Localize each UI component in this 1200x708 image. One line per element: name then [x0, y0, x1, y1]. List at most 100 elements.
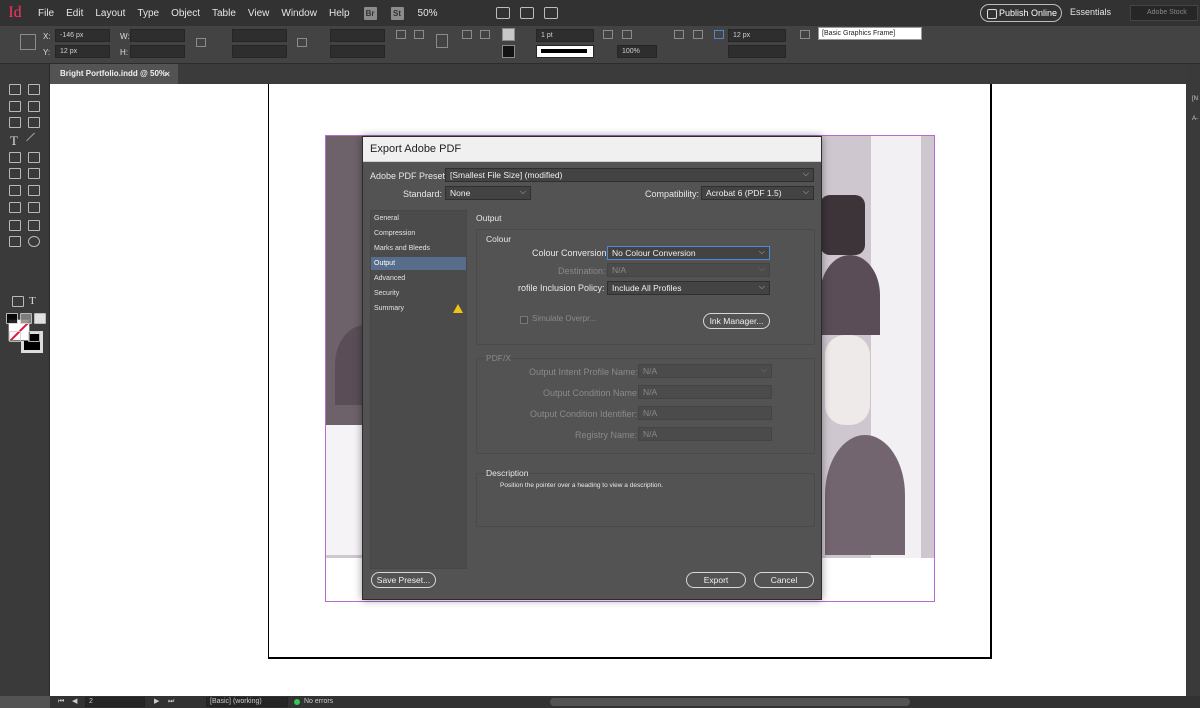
zoom-tool-icon[interactable]	[28, 236, 40, 247]
fill-swatch-icon[interactable]	[502, 28, 515, 41]
save-preset-button[interactable]: Save Preset...	[371, 572, 436, 588]
object-style-icon[interactable]	[800, 30, 810, 39]
opacity-field[interactable]: 100%	[617, 45, 657, 58]
zoom-level[interactable]: 50%	[418, 8, 438, 19]
selection-tool-icon[interactable]	[9, 84, 21, 95]
pencil-tool-icon[interactable]	[28, 152, 40, 163]
destination-select[interactable]: N/A ⌵	[607, 263, 770, 277]
standard-select[interactable]: None ⌵	[445, 186, 531, 200]
direct-selection-tool-icon[interactable]	[28, 84, 40, 95]
rotation-field[interactable]	[330, 29, 385, 42]
stroke-type-field[interactable]	[536, 45, 594, 58]
content-placer-icon[interactable]	[28, 117, 40, 128]
menu-file[interactable]: File	[38, 8, 54, 19]
nav-item-output[interactable]: Output	[371, 257, 466, 270]
nav-item-marks-and-bleeds[interactable]: Marks and Bleeds	[371, 242, 466, 255]
note-tool-icon[interactable]	[9, 220, 21, 231]
output-condition-id-field[interactable]: N/A	[638, 406, 772, 420]
preset-select[interactable]: [Smallest File Size] (modified) ⌵	[445, 168, 814, 182]
output-condition-field[interactable]: N/A	[638, 385, 772, 399]
menu-object[interactable]: Object	[171, 8, 200, 19]
corner-shape-field[interactable]	[728, 45, 786, 58]
wrap-none-icon[interactable]	[674, 30, 684, 39]
publish-online-button[interactable]: Publish Online	[980, 4, 1062, 22]
view-options-icon[interactable]	[495, 7, 510, 19]
arrange-documents-icon[interactable]	[543, 7, 558, 19]
x-field[interactable]: -146 px	[55, 29, 110, 42]
nav-item-summary[interactable]: Summary	[371, 302, 466, 315]
page-tool-icon[interactable]	[9, 101, 21, 112]
normal-view-icon[interactable]	[9, 331, 21, 342]
gradient-swatch-tool-icon[interactable]	[9, 202, 21, 213]
colour-conversion-select[interactable]: No Colour Conversion ⌵	[607, 246, 770, 260]
eyedropper-tool-icon[interactable]	[28, 220, 40, 231]
scissors-tool-icon[interactable]	[9, 185, 21, 196]
scale-x-field[interactable]	[232, 29, 287, 42]
apply-gradient-icon[interactable]	[20, 313, 32, 324]
rectangle-frame-tool-icon[interactable]	[9, 168, 21, 179]
constrain-proportions-icon[interactable]	[196, 38, 206, 47]
first-page-icon[interactable]: ⏮	[58, 696, 64, 708]
stroke-weight-field[interactable]: 1 pt	[536, 29, 594, 42]
frame-options-icon[interactable]	[622, 30, 632, 39]
menu-type[interactable]: Type	[137, 8, 159, 19]
content-type-icon[interactable]	[436, 34, 448, 48]
hand-tool-icon[interactable]	[9, 236, 21, 247]
simulate-overprint-checkbox[interactable]	[520, 316, 528, 324]
menu-layout[interactable]: Layout	[95, 8, 125, 19]
close-icon[interactable]: ×	[165, 64, 170, 84]
gradient-feather-tool-icon[interactable]	[28, 202, 40, 213]
export-button[interactable]: Export	[686, 572, 746, 588]
profile-inclusion-select[interactable]: Include All Profiles ⌵	[607, 281, 770, 295]
formatting-container-icon[interactable]	[12, 296, 24, 307]
cancel-button[interactable]: Cancel	[754, 572, 814, 588]
flip-icon[interactable]	[414, 30, 424, 39]
screen-mode-tool-icon[interactable]	[28, 331, 40, 342]
drop-shadow-icon[interactable]	[603, 30, 613, 39]
output-intent-select[interactable]: N/A ⌵	[638, 364, 772, 378]
stock-search-input[interactable]: Adobe Stock	[1130, 5, 1198, 21]
content-collector-icon[interactable]	[9, 117, 21, 128]
document-tab[interactable]: Bright Portfolio.indd @ 50% ×	[50, 64, 178, 84]
menu-help[interactable]: Help	[329, 8, 350, 19]
nav-item-general[interactable]: General	[371, 212, 466, 225]
page-number-field[interactable]: 2	[85, 697, 145, 707]
menu-view[interactable]: View	[248, 8, 270, 19]
apply-none-icon[interactable]	[34, 313, 46, 324]
w-field[interactable]	[130, 29, 185, 42]
nav-item-advanced[interactable]: Advanced	[371, 272, 466, 285]
last-page-icon[interactable]: ⏭	[168, 696, 174, 708]
bridge-button[interactable]: Br	[363, 6, 377, 20]
screen-mode-icon[interactable]	[519, 7, 534, 19]
menu-window[interactable]: Window	[281, 8, 317, 19]
pen-tool-icon[interactable]	[9, 152, 21, 163]
type-tool-icon[interactable]: T	[10, 133, 18, 149]
master-page-field[interactable]: [Basic] (working)	[206, 697, 288, 707]
object-style-select[interactable]: [Basic Graphics Frame]	[818, 27, 922, 40]
select-content-icon[interactable]	[480, 30, 490, 39]
apply-color-icon[interactable]	[6, 313, 18, 324]
h-field[interactable]	[130, 45, 185, 58]
stroke-swatch-icon[interactable]	[502, 45, 515, 58]
reference-point-icon[interactable]	[20, 34, 36, 50]
free-transform-tool-icon[interactable]	[28, 185, 40, 196]
effects-icon[interactable]	[644, 30, 654, 39]
nav-item-security[interactable]: Security	[371, 287, 466, 300]
compatibility-select[interactable]: Acrobat 6 (PDF 1.5) ⌵	[701, 186, 814, 200]
corner-options-icon[interactable]	[714, 30, 724, 39]
menu-table[interactable]: Table	[212, 8, 236, 19]
preflight-status[interactable]: No errors	[304, 696, 333, 708]
corner-size-field[interactable]: 12 px	[728, 29, 786, 42]
next-page-icon[interactable]: ▶	[154, 696, 159, 708]
ink-manager-button[interactable]: Ink Manager...	[703, 313, 770, 329]
y-field[interactable]: 12 px	[55, 45, 110, 58]
workspace-switcher[interactable]: Essentials	[1070, 7, 1111, 17]
menu-edit[interactable]: Edit	[66, 8, 83, 19]
registry-name-field[interactable]: N/A	[638, 427, 772, 441]
stock-button[interactable]: St	[390, 6, 404, 20]
rectangle-tool-icon[interactable]	[28, 168, 40, 179]
nav-item-compression[interactable]: Compression	[371, 227, 466, 240]
horizontal-scrollbar[interactable]	[550, 698, 910, 706]
wrap-bounding-icon[interactable]	[693, 30, 703, 39]
select-container-icon[interactable]	[462, 30, 472, 39]
